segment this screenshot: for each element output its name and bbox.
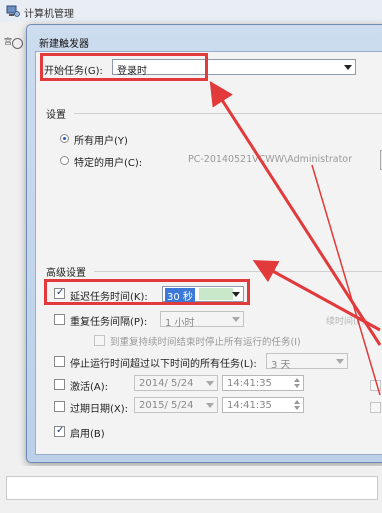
repeat-task-checkbox[interactable] [54, 314, 65, 325]
new-trigger-dialog: 新建触发器 开始任务(G): 登录时 设置 所有用户(Y) 特定的用户(C): … [26, 24, 382, 463]
activate-checkbox[interactable] [54, 379, 65, 390]
settings-group-title: 设置 [46, 110, 66, 121]
chevron-down-icon [336, 359, 344, 364]
specific-user-radio[interactable] [60, 156, 69, 165]
chevron-down-icon [206, 381, 214, 386]
activate-time-value: 14:41:35 [227, 378, 272, 389]
repeat-interval-dropdown[interactable]: 1 小时 [160, 311, 244, 329]
outer-window-title: 计算机管理 [24, 9, 74, 20]
start-task-highlight [40, 53, 208, 81]
chevron-down-icon [232, 317, 240, 322]
stop-at-end-label: 到重复持续时间结束时停止所有运行的任务(I) [110, 337, 301, 348]
activate-date-value: 2014/ 5/24 [139, 378, 194, 389]
divider [94, 271, 382, 272]
repeat-task-label: 重复任务间隔(P): [70, 317, 148, 328]
activate-time-field[interactable]: 14:41:35 [222, 375, 304, 391]
chevron-down-icon [206, 403, 214, 408]
computer-management-icon [6, 5, 20, 17]
enabled-label: 启用(B) [70, 429, 105, 440]
stop-longer-label: 停止运行时间超过以下时间的所有任务(L): [70, 359, 257, 370]
expire-time-value: 14:41:35 [227, 400, 272, 411]
dialog-client-area: 开始任务(G): 登录时 设置 所有用户(Y) 特定的用户(C): PC-201… [35, 51, 382, 455]
specific-user-label: 特定的用户(C): [74, 158, 143, 169]
clock-icon [12, 38, 23, 49]
chevron-down-icon [344, 65, 352, 70]
expire-time-field[interactable]: 14:41:35 [222, 397, 304, 413]
repeat-interval-value: 1 小时 [165, 318, 195, 329]
activate-date-picker[interactable]: 2014/ 5/24 [134, 375, 218, 391]
outer-blank-panel [6, 476, 378, 500]
spinner-icon[interactable] [293, 377, 302, 389]
expire-date-picker[interactable]: 2015/ 5/24 [134, 397, 218, 413]
universal-time-checkbox-activate[interactable] [370, 380, 381, 391]
spinner-icon[interactable] [293, 399, 302, 411]
repeat-duration-label: 续时间(F): [326, 317, 369, 327]
enabled-checkbox[interactable] [54, 425, 65, 437]
specific-user-value: PC-20140521VCWW\Administrator [188, 154, 353, 165]
stop-longer-checkbox[interactable] [54, 356, 65, 367]
all-users-label: 所有用户(Y) [74, 136, 128, 147]
stop-longer-value: 3 天 [271, 360, 291, 371]
stop-longer-dropdown[interactable]: 3 天 [266, 353, 348, 371]
universal-time-checkbox-expire[interactable] [370, 402, 381, 413]
expire-checkbox[interactable] [54, 401, 65, 412]
outer-window-titlebar: 计算机管理 [0, 0, 382, 23]
outer-menu-fragment: 宫 [4, 37, 12, 46]
outer-status-area [0, 466, 382, 513]
divider [74, 113, 382, 114]
delay-task-highlight [44, 279, 250, 305]
all-users-radio[interactable] [60, 134, 69, 143]
dialog-title: 新建触发器 [39, 39, 89, 50]
activate-label: 激活(A): [70, 382, 109, 393]
advanced-settings-title: 高级设置 [46, 268, 86, 279]
expire-date-value: 2015/ 5/24 [139, 400, 194, 411]
expire-label: 过期日期(X): [70, 404, 129, 415]
stop-at-end-checkbox[interactable] [94, 335, 105, 346]
